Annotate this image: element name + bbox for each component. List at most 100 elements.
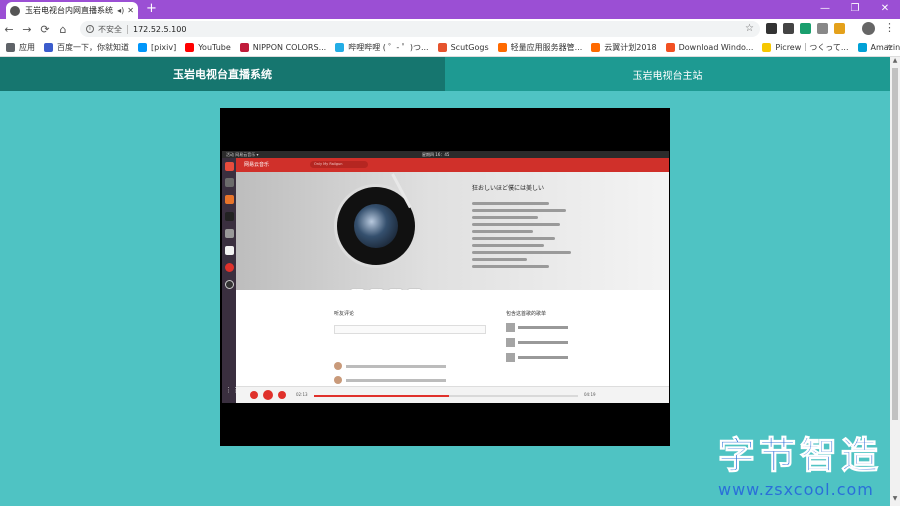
bookmark-label: 云翼计划2018 — [604, 43, 657, 52]
next-icon — [278, 391, 286, 399]
prev-icon — [250, 391, 258, 399]
address-toolbar: ← → ⟳ ⌂ i 不安全 172.52.5.100 ☆ — [0, 19, 900, 39]
song-title: 狂おしいほど僕には美しい — [472, 185, 545, 192]
bookmark-icon — [497, 43, 507, 52]
bookmarks-more-icon[interactable]: » — [886, 42, 892, 52]
forward-button[interactable]: → — [18, 23, 36, 36]
album-cover — [354, 204, 398, 248]
site-header: 玉岩电视台直播系统 玉岩电视台主站 — [0, 57, 890, 91]
extension-icon[interactable] — [834, 23, 845, 34]
bookmark-item[interactable]: 应用 — [6, 42, 35, 53]
nav-main-site-label: 玉岩电视台主站 — [632, 70, 703, 82]
new-tab-button[interactable]: + — [146, 2, 157, 16]
browser-menu-icon[interactable]: ⋮ — [884, 21, 895, 34]
bookmark-icon — [239, 43, 249, 52]
reload-button[interactable]: ⟳ — [36, 23, 54, 36]
bookmark-icon — [335, 43, 345, 52]
os-activities: 活动 网易云音乐 ▾ — [226, 152, 259, 157]
info-icon[interactable]: i — [86, 25, 94, 33]
related-item — [506, 337, 576, 347]
comment-input — [334, 325, 486, 334]
bookmark-item[interactable]: NIPPON COLORS... — [239, 43, 327, 52]
scroll-thumb[interactable] — [892, 68, 898, 420]
related-title: 包含这首歌的歌单 — [506, 311, 547, 317]
scroll-up-icon[interactable]: ▲ — [890, 57, 900, 67]
restore-button[interactable]: ❐ — [840, 0, 870, 19]
files-icon — [225, 178, 234, 187]
music-now-playing: 狂おしいほど僕には美しい 收藏 分享 下载 评论 — [236, 172, 669, 296]
nav-live-system[interactable]: 玉岩电视台直播系统 — [0, 57, 445, 91]
home-button[interactable]: ⌂ — [54, 23, 72, 36]
os-top-bar: 活动 网易云音乐 ▾ 星期四 16：45 — [222, 151, 669, 158]
stream-screen-content: 活动 网易云音乐 ▾ 星期四 16：45 ⋮⋮ 网易云音乐 Only My Ra… — [222, 151, 669, 403]
extension-icons — [766, 23, 845, 34]
app-grid-icon: ⋮⋮ — [225, 386, 239, 394]
bookmark-label: 应用 — [19, 43, 35, 52]
lyrics — [472, 202, 582, 272]
bookmark-icon — [185, 43, 195, 52]
bookmark-item[interactable]: 百度一下，你就知道 — [44, 42, 129, 53]
profile-avatar[interactable] — [862, 22, 875, 35]
bookmark-item[interactable]: YouTube — [185, 43, 231, 52]
scroll-down-icon[interactable]: ▼ — [890, 495, 900, 505]
bookmark-icon — [6, 43, 15, 52]
close-window-button[interactable]: ✕ — [870, 0, 900, 19]
bookmark-item[interactable]: ScutGogs — [437, 43, 489, 52]
bookmark-label: YouTube — [198, 43, 231, 52]
progress-fill — [314, 395, 449, 397]
bookmark-item[interactable]: Amazing bilibili（... — [857, 42, 900, 53]
bookmark-item[interactable]: Download Windo... — [665, 43, 754, 52]
bookmark-label: NIPPON COLORS... — [252, 43, 327, 52]
bookmark-icon — [762, 43, 772, 52]
browser-tab[interactable]: 玉岩电视台内网直播系统 ◂) ✕ — [6, 2, 138, 19]
comment-item — [334, 376, 446, 384]
extension-icon[interactable] — [783, 23, 794, 34]
bookmark-label: Picrew｜つくって... — [775, 43, 849, 52]
music-app-search: Only My Railgun — [310, 161, 368, 168]
comment-item — [334, 362, 446, 370]
extension-icon[interactable] — [766, 23, 777, 34]
bookmark-item[interactable]: 哔哩哔哩 ( ゜- ゜)つ... — [335, 42, 429, 53]
netease-music-icon — [225, 263, 234, 272]
bookmark-label: [pixiv] — [151, 43, 177, 52]
extension-icon[interactable] — [800, 23, 811, 34]
nav-main-site[interactable]: 玉岩电视台主站 — [445, 57, 890, 91]
insecure-label: 不安全 — [98, 24, 122, 34]
terminal-icon — [225, 212, 234, 221]
bookmark-icon — [591, 43, 601, 52]
extension-icon[interactable] — [817, 23, 828, 34]
bookmark-star-icon[interactable]: ☆ — [745, 23, 754, 34]
obs-icon — [225, 280, 234, 289]
progress-track — [314, 395, 578, 397]
tab-title: 玉岩电视台内网直播系统 — [25, 6, 113, 15]
store-icon — [225, 195, 234, 204]
bookmark-item[interactable]: 轻量应用服务器管... — [497, 42, 583, 53]
bookmark-label: Amazing bilibili（... — [870, 43, 900, 52]
watermark-logo: 字节智造 — [718, 434, 882, 477]
globe-icon — [10, 5, 20, 16]
bookmark-label: ScutGogs — [450, 43, 489, 52]
address-input[interactable]: i 不安全 172.52.5.100 ☆ — [80, 21, 760, 37]
minimize-button[interactable]: — — [810, 0, 840, 19]
bookmarks-bar: 应用 百度一下，你就知道 [pixiv] YouTube NIPPON COLORS..… — [0, 39, 900, 57]
bookmark-label: 哔哩哔哩 ( ゜- ゜)つ... — [348, 43, 429, 52]
bookmark-icon — [138, 43, 147, 52]
comments-title: 听友评论 — [334, 311, 355, 317]
bookmark-label: 轻量应用服务器管... — [510, 43, 583, 52]
related-item — [506, 322, 576, 332]
back-button[interactable]: ← — [0, 23, 18, 36]
text-editor-icon — [225, 246, 234, 255]
bookmark-item[interactable]: Picrew｜つくって... — [762, 42, 849, 53]
url-text[interactable]: 172.52.5.100 — [133, 25, 186, 34]
audio-icon[interactable]: ◂) — [117, 6, 124, 15]
bookmark-item[interactable]: [pixiv] — [138, 43, 176, 52]
nav-live-system-label: 玉岩电视台直播系统 — [173, 68, 272, 81]
disk-icon — [225, 229, 234, 238]
related-item — [506, 352, 576, 362]
bookmark-item[interactable]: 云翼计划2018 — [591, 42, 657, 53]
bookmark-icon — [437, 43, 447, 52]
bookmark-label: Download Windo... — [678, 43, 754, 52]
music-app-header: 网易云音乐 Only My Railgun — [236, 158, 669, 172]
close-tab-icon[interactable]: ✕ — [127, 6, 134, 15]
browser-titlebar: 玉岩电视台内网直播系统 ◂) ✕ + — ❐ ✕ — [0, 0, 900, 19]
